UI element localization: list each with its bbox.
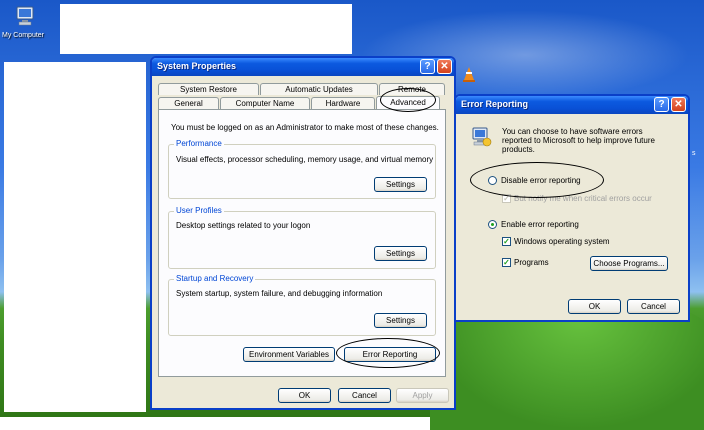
- button-label: Settings: [386, 316, 415, 325]
- error-reporting-computer-icon: [472, 127, 492, 147]
- button-label: Settings: [386, 180, 415, 189]
- user-profiles-group-title: User Profiles: [174, 206, 224, 215]
- redaction-box-top: [60, 4, 352, 54]
- tab-label: Hardware: [325, 99, 361, 108]
- error-reporting-titlebar[interactable]: Error Reporting ? ✕: [456, 96, 688, 114]
- startup-recovery-group-title: Startup and Recovery: [174, 274, 256, 283]
- computer-icon: [16, 6, 34, 26]
- user-profiles-group: User Profiles Desktop settings related t…: [168, 206, 436, 269]
- error-reporting-dialog: Error Reporting ? ✕ You can choose to ha…: [454, 94, 690, 322]
- performance-group-title: Performance: [174, 139, 224, 148]
- performance-description: Visual effects, processor scheduling, me…: [176, 155, 434, 164]
- user-profiles-settings-button[interactable]: Settings: [374, 246, 427, 261]
- annotation-circle-error-reporting: [336, 338, 440, 368]
- admin-notice: You must be logged on as an Administrato…: [171, 123, 439, 132]
- check-icon: ✓: [503, 237, 510, 246]
- cancel-button[interactable]: Cancel: [338, 388, 391, 403]
- tab-label: System Restore: [180, 85, 237, 94]
- tab-general[interactable]: General: [158, 97, 219, 109]
- startup-recovery-settings-button[interactable]: Settings: [374, 313, 427, 328]
- tab-system-restore[interactable]: System Restore: [158, 83, 259, 95]
- button-label: OK: [588, 302, 601, 311]
- redaction-box-left: [4, 62, 146, 412]
- button-label: Environment Variables: [249, 350, 329, 359]
- help-icon: ?: [424, 61, 431, 72]
- button-label: Apply: [412, 391, 433, 400]
- button-label: OK: [298, 391, 311, 400]
- enable-error-reporting-radio[interactable]: [488, 220, 497, 229]
- tab-label: General: [174, 99, 203, 108]
- close-icon: ✕: [440, 61, 449, 72]
- apply-button[interactable]: Apply: [396, 388, 449, 403]
- my-computer-label: My Computer: [2, 32, 45, 39]
- close-icon: ✕: [674, 99, 683, 110]
- tab-computer-name[interactable]: Computer Name: [220, 97, 310, 109]
- close-button[interactable]: ✕: [671, 97, 686, 112]
- programs-label: Programs: [514, 258, 549, 267]
- ok-button[interactable]: OK: [568, 299, 621, 314]
- button-label: Settings: [386, 249, 415, 258]
- performance-settings-button[interactable]: Settings: [374, 177, 427, 192]
- intro-line-2: reported to Microsoft to help improve fu…: [502, 136, 655, 145]
- close-button[interactable]: ✕: [437, 59, 452, 74]
- desktop-partial-label: s: [692, 150, 696, 157]
- startup-recovery-group: Startup and Recovery System startup, sys…: [168, 274, 436, 336]
- tab-label: Automatic Updates: [285, 85, 353, 94]
- help-button[interactable]: ?: [420, 59, 435, 74]
- startup-recovery-description: System startup, system failure, and debu…: [176, 289, 383, 298]
- tab-label: Computer Name: [235, 99, 295, 108]
- traffic-cone-icon[interactable]: [462, 66, 476, 82]
- ok-button[interactable]: OK: [278, 388, 331, 403]
- system-properties-titlebar[interactable]: System Properties ? ✕: [152, 58, 454, 76]
- help-icon: ?: [658, 99, 665, 110]
- cancel-button[interactable]: Cancel: [627, 299, 680, 314]
- intro-line-1: You can choose to have software errors: [502, 127, 643, 136]
- enable-error-reporting-label: Enable error reporting: [501, 220, 579, 229]
- dialog-title: Error Reporting: [461, 99, 529, 109]
- annotation-circle-disable-error-reporting: [470, 162, 604, 198]
- annotation-circle-advanced-tab: [380, 88, 436, 112]
- button-label: Cancel: [352, 391, 377, 400]
- button-label: Cancel: [641, 302, 666, 311]
- windows-os-label: Windows operating system: [514, 237, 610, 246]
- user-profiles-description: Desktop settings related to your logon: [176, 221, 311, 230]
- check-icon: ✓: [503, 258, 510, 267]
- window-title: System Properties: [157, 61, 237, 71]
- tab-automatic-updates[interactable]: Automatic Updates: [260, 83, 378, 95]
- environment-variables-button[interactable]: Environment Variables: [243, 347, 335, 362]
- performance-group: Performance Visual effects, processor sc…: [168, 139, 436, 199]
- advanced-tab-panel: You must be logged on as an Administrato…: [158, 109, 446, 377]
- tab-hardware[interactable]: Hardware: [311, 97, 375, 109]
- help-button[interactable]: ?: [654, 97, 669, 112]
- intro-line-3: products.: [502, 145, 535, 154]
- button-label: Choose Programs...: [593, 259, 665, 268]
- choose-programs-button[interactable]: Choose Programs...: [590, 256, 668, 271]
- programs-checkbox[interactable]: ✓: [502, 258, 511, 267]
- windows-os-checkbox[interactable]: ✓: [502, 237, 511, 246]
